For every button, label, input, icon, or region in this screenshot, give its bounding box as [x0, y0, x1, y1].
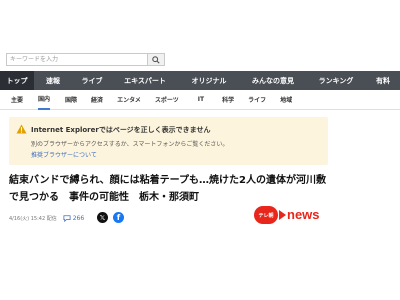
category-tab-domestic[interactable]: 国内 — [38, 90, 51, 110]
search-button[interactable] — [147, 53, 165, 66]
main-nav: トップ 速報 ライブ エキスパート オリジナル みんなの意見 ランキング 有料 — [0, 71, 400, 90]
category-tab-it[interactable]: IT — [198, 90, 204, 110]
source-logo[interactable]: テレ朝 news — [254, 205, 320, 227]
source-logo-arrow — [279, 210, 286, 220]
comments-link[interactable]: 266 — [63, 215, 84, 222]
warning-icon — [16, 124, 27, 134]
search-input[interactable]: キーワードを入力 — [6, 53, 165, 66]
nav-item-ranking[interactable]: ランキング — [306, 71, 366, 90]
source-logo-text: news — [287, 207, 320, 222]
source-logo-badge: テレ朝 — [254, 206, 278, 224]
comment-icon — [63, 214, 71, 222]
article-meta: 4/16(火) 15:42 配信 266 — [9, 212, 84, 224]
article-headline: 結束バンドで縛られ、顔には粘着テープも…焼けた2人の遺体が河川敷で見つかる 事件… — [9, 175, 326, 203]
category-tab-science[interactable]: 科学 — [222, 90, 234, 110]
nav-item-live[interactable]: ライブ — [72, 71, 112, 90]
recommended-browsers-link[interactable]: 推奨ブラウザーについて — [31, 150, 97, 159]
category-nav: 主要 国内 国際 経済 エンタメ スポーツ IT 科学 ライフ 地域 — [0, 90, 400, 110]
facebook-share-icon[interactable]: f — [113, 212, 124, 223]
category-tab-local[interactable]: 地域 — [280, 90, 292, 110]
category-tab-economy[interactable]: 経済 — [91, 90, 103, 110]
nav-item-expert[interactable]: エキスパート — [112, 71, 178, 90]
nav-item-original[interactable]: オリジナル — [178, 71, 240, 90]
category-tab-life[interactable]: ライフ — [248, 90, 266, 110]
category-tab-international[interactable]: 国際 — [65, 90, 77, 110]
nav-item-paid[interactable]: 有料 — [366, 71, 400, 90]
header-area — [0, 0, 400, 44]
notice-text: 別のブラウザーからアクセスするか、スマートフォンからご覧ください。 — [31, 141, 229, 148]
nav-item-breaking[interactable]: 速報 — [34, 71, 72, 90]
x-share-icon[interactable]: 𝕏 — [97, 212, 108, 223]
comment-count: 266 — [72, 214, 85, 222]
publish-date: 4/16(火) 15:42 配信 — [9, 215, 57, 222]
notice-title: Internet Explorerではページを正しく表示できません — [31, 126, 211, 134]
category-tab-main[interactable]: 主要 — [11, 90, 23, 110]
category-tab-sports[interactable]: スポーツ — [155, 90, 179, 110]
nav-item-top[interactable]: トップ — [0, 71, 34, 90]
search-icon — [152, 55, 160, 64]
category-tab-entertainment[interactable]: エンタメ — [117, 90, 141, 110]
ie-warning-notice: Internet Explorerではページを正しく表示できません 別のブラウザ… — [9, 117, 328, 165]
nav-item-opinions[interactable]: みんなの意見 — [240, 71, 306, 90]
